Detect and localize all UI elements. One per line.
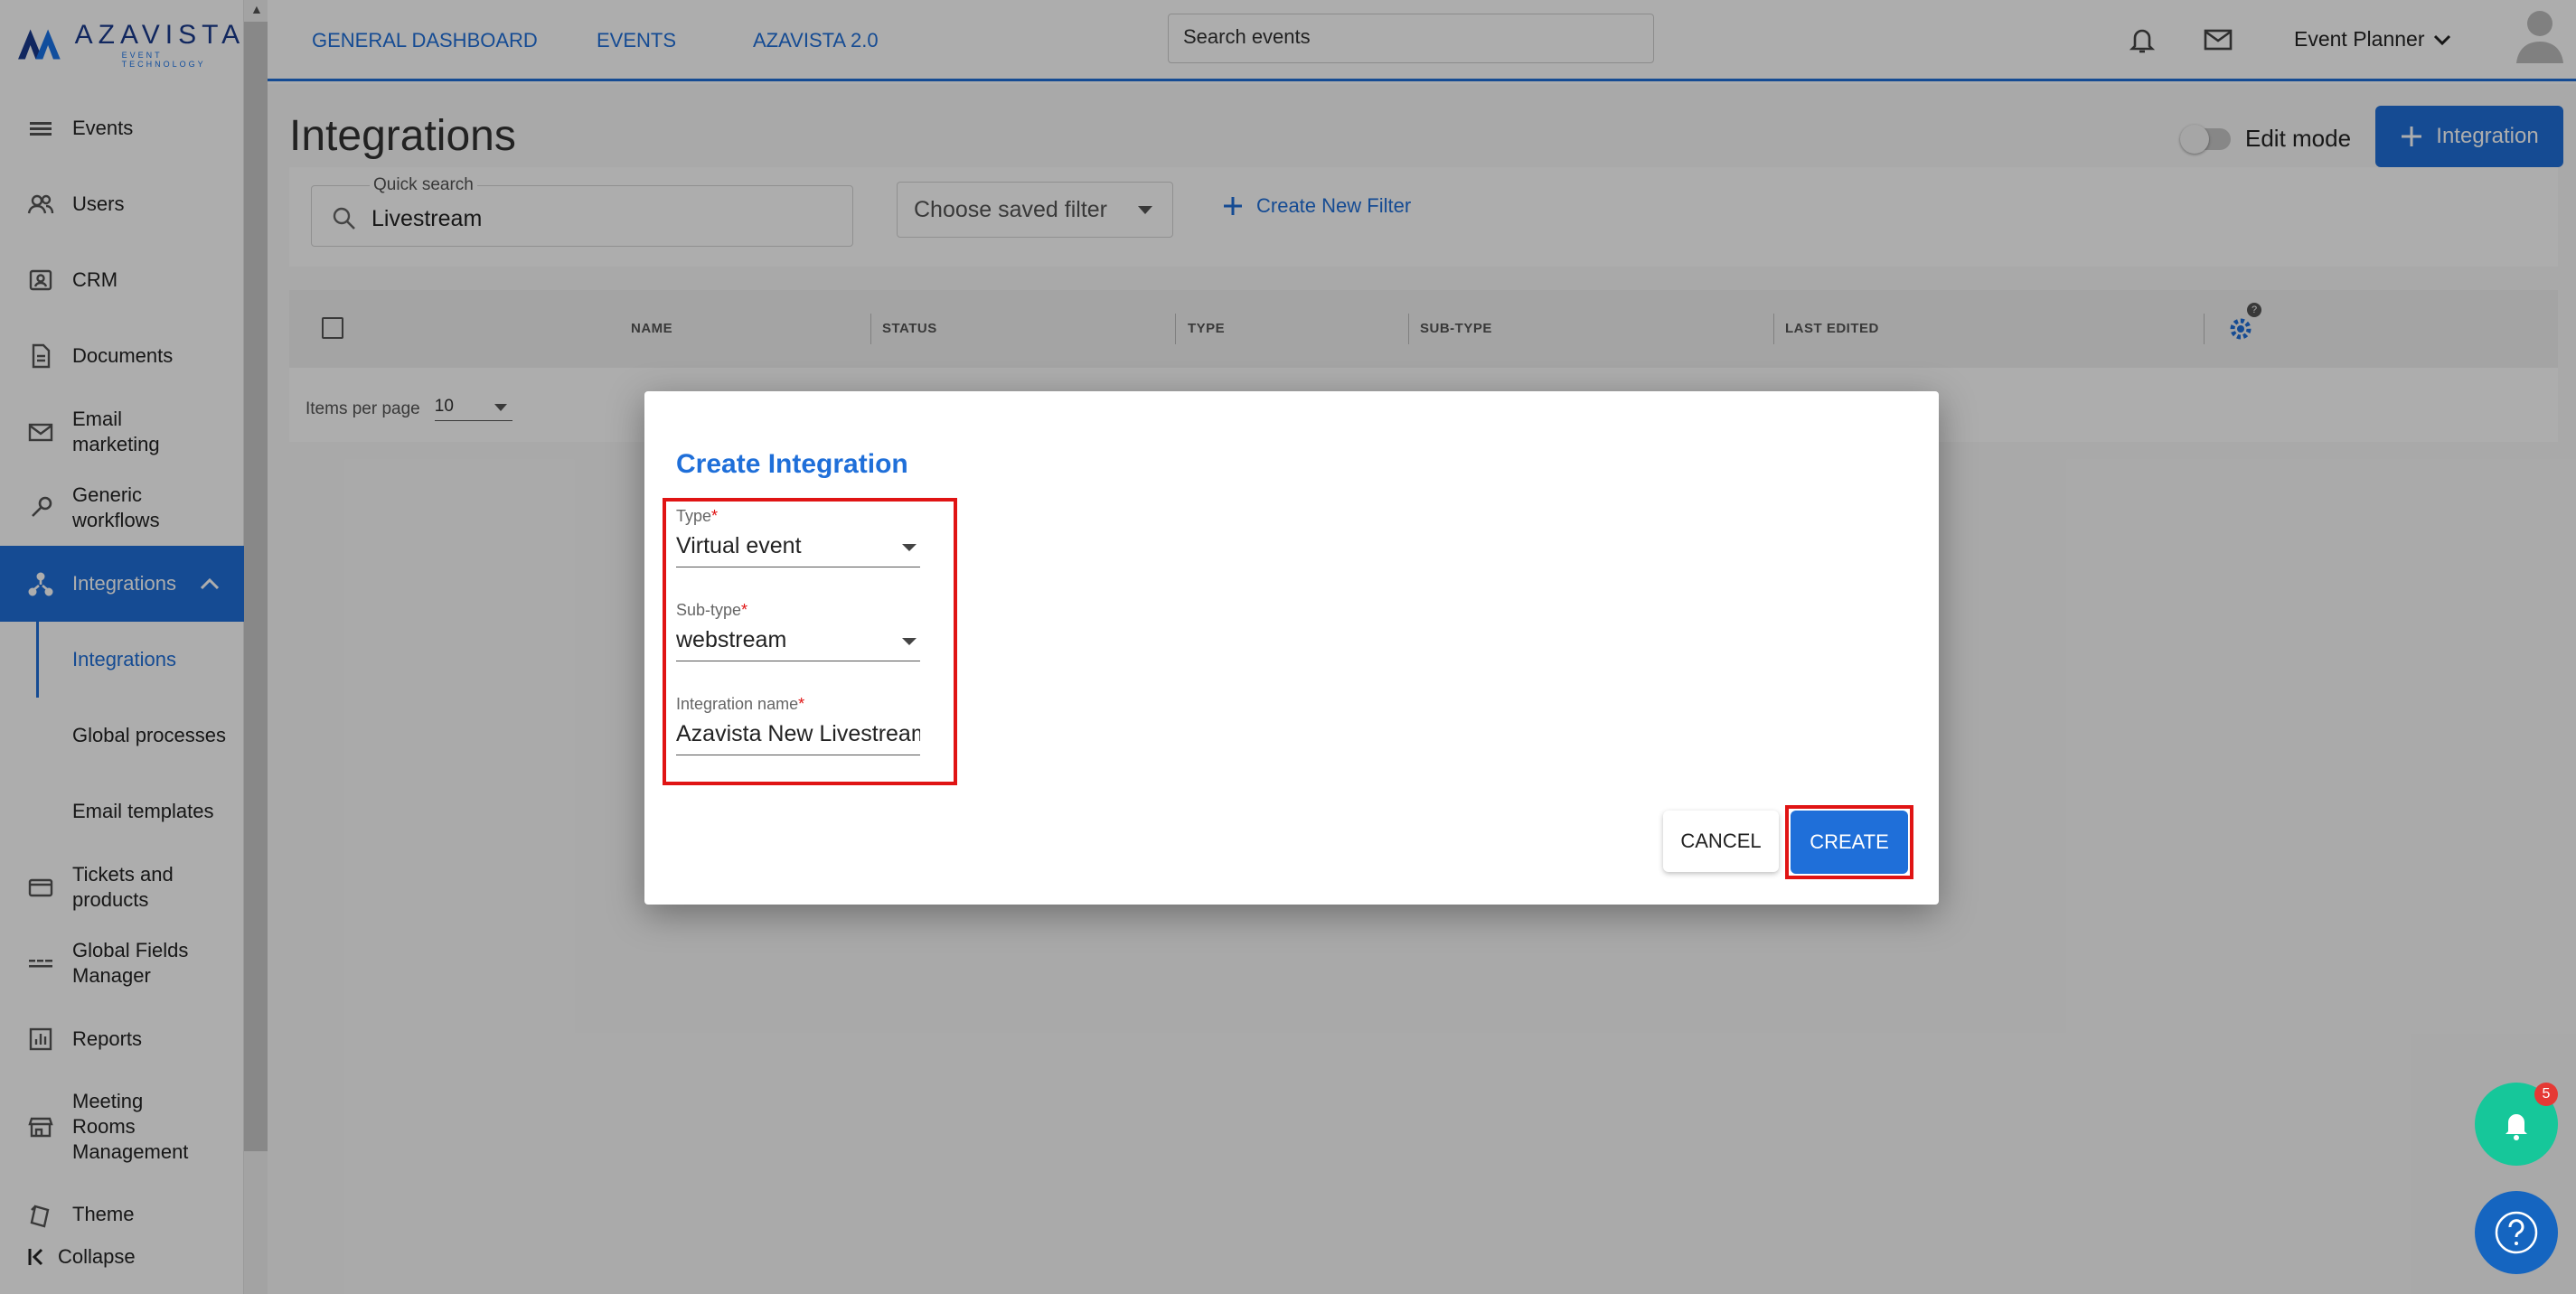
help-fab[interactable] <box>2475 1191 2558 1274</box>
dropdown-arrow-icon <box>902 544 917 551</box>
type-label: Type <box>676 507 712 525</box>
required-marker: * <box>741 601 748 619</box>
create-button[interactable]: CREATE <box>1791 811 1908 874</box>
integration-name-input[interactable]: Integration name* Azavista New Livestrea… <box>676 695 920 755</box>
sub-type-select[interactable]: Sub-type* webstream <box>676 601 920 661</box>
type-select[interactable]: Type* Virtual event <box>676 507 920 567</box>
sub-type-value: webstream <box>676 627 787 652</box>
notification-count-badge: 5 <box>2534 1083 2558 1106</box>
sub-type-label: Sub-type <box>676 601 742 619</box>
cancel-button[interactable]: CANCEL <box>1663 811 1779 872</box>
required-marker: * <box>798 695 805 713</box>
bell-icon <box>2505 1114 2527 1140</box>
type-value: Virtual event <box>676 533 802 558</box>
required-marker: * <box>711 507 719 525</box>
help-icon <box>2495 1211 2538 1254</box>
dialog-title: Create Integration <box>676 449 908 479</box>
integration-name-value: Azavista New Livestream <box>676 721 920 746</box>
dropdown-arrow-icon <box>902 638 917 645</box>
integration-name-label: Integration name <box>676 695 799 713</box>
create-integration-dialog: Create Integration Type* Virtual event S… <box>644 391 1939 905</box>
